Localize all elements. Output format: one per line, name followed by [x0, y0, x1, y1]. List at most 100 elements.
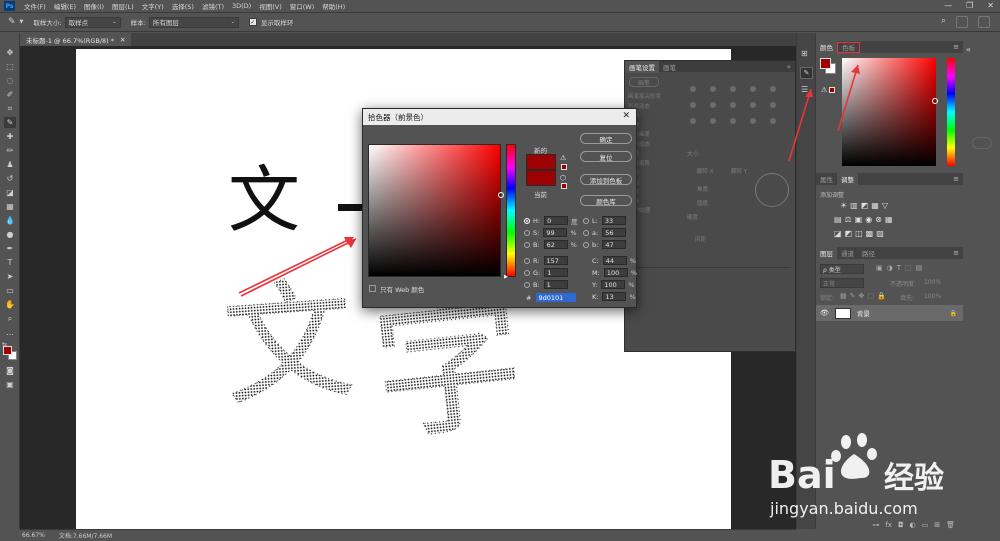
- radio-r[interactable]: [524, 257, 530, 264]
- menu-filter[interactable]: 滤镜(T): [202, 1, 224, 11]
- lock-icons[interactable]: ▦✎✥⬚🔒: [840, 292, 889, 300]
- sample-select[interactable]: 所有图层 ⌄: [148, 16, 239, 28]
- blend-mode-select[interactable]: 正常: [820, 278, 864, 288]
- tab-layers[interactable]: 图层: [816, 247, 837, 259]
- current-color-swatch[interactable]: [526, 170, 556, 186]
- eraser-tool-icon[interactable]: ◪: [4, 187, 16, 198]
- cloud-icon[interactable]: [972, 137, 992, 149]
- input-b[interactable]: 62: [543, 240, 568, 249]
- layer-filter-icons[interactable]: ▣◑T⬚▤: [876, 264, 926, 272]
- input-c[interactable]: 44: [602, 256, 627, 265]
- radio-h[interactable]: [524, 217, 530, 224]
- history-panel-icon[interactable]: ⊞: [801, 49, 808, 58]
- maximize-icon[interactable]: ❐: [966, 1, 973, 10]
- radio-a[interactable]: [583, 229, 589, 236]
- input-blue[interactable]: 1: [543, 280, 568, 289]
- gamut-warning-icon[interactable]: ⚠: [821, 86, 827, 94]
- input-g[interactable]: 1: [544, 268, 569, 277]
- add-to-swatches-button[interactable]: 添加到色板: [580, 174, 632, 185]
- gradient-tool-icon[interactable]: ▦: [4, 201, 16, 212]
- hex-input[interactable]: 9d0101: [536, 293, 577, 302]
- menu-edit[interactable]: 编辑(E): [54, 1, 76, 11]
- flip-y-label[interactable]: 翻转 Y: [731, 167, 747, 175]
- hue-slider[interactable]: ▶: [504, 144, 516, 280]
- close-icon[interactable]: ✕: [987, 1, 994, 10]
- input-y[interactable]: 100: [601, 280, 626, 289]
- panel-menu-icon[interactable]: ≡: [953, 175, 959, 183]
- tab-adjustments[interactable]: 调整: [837, 173, 858, 185]
- quick-mask-icon[interactable]: ◙: [4, 365, 16, 376]
- search-icon[interactable]: ⌕: [941, 16, 946, 28]
- type-tool-icon[interactable]: T: [4, 257, 16, 268]
- color-libraries-button[interactable]: 颜色库: [580, 195, 632, 206]
- layer-name[interactable]: 背景: [857, 308, 870, 318]
- more-tools-icon[interactable]: …: [4, 327, 16, 338]
- menu-layer[interactable]: 图层(L): [112, 1, 134, 11]
- menu-window[interactable]: 窗口(W): [290, 1, 315, 11]
- eye-icon[interactable]: 👁: [820, 309, 829, 317]
- tab-brush-settings[interactable]: 画笔设置: [625, 60, 659, 73]
- web-safe-swatch[interactable]: [561, 183, 567, 189]
- menu-view[interactable]: 视图(V): [259, 1, 282, 11]
- workspace-icon[interactable]: [956, 16, 968, 28]
- adjustment-icons-row-3[interactable]: ◪◩◫▩▨: [834, 229, 887, 238]
- history-brush-icon[interactable]: ↺: [4, 173, 16, 184]
- tab-paths[interactable]: 路径: [858, 247, 879, 259]
- marquee-tool-icon[interactable]: ⬚: [4, 61, 16, 72]
- mini-panel-collapse-icon[interactable]: «: [966, 45, 971, 54]
- chevron-down-icon[interactable]: ▼: [20, 19, 24, 25]
- input-h[interactable]: 0: [544, 216, 569, 225]
- layer-kind-filter[interactable]: ρ 类型: [820, 264, 864, 274]
- tab-swatches[interactable]: 色板: [837, 41, 860, 53]
- flip-x-label[interactable]: 翻转 X: [697, 167, 714, 175]
- path-select-icon[interactable]: ➤: [4, 271, 16, 282]
- brush-tool-icon[interactable]: ✏: [4, 145, 16, 156]
- close-icon[interactable]: ✕: [622, 111, 630, 121]
- input-m[interactable]: 100: [603, 268, 628, 277]
- eyedropper-icon[interactable]: ✎: [8, 17, 16, 27]
- tab-color[interactable]: 颜色: [816, 41, 837, 53]
- radio-b[interactable]: [524, 241, 530, 248]
- panel-menu-icon[interactable]: ≡: [953, 43, 959, 51]
- input-s[interactable]: 99: [543, 228, 568, 237]
- panel-menu-icon[interactable]: ≡: [953, 249, 959, 257]
- close-tab-icon[interactable]: ✕: [120, 36, 125, 44]
- radio-l[interactable]: [583, 217, 589, 224]
- crop-tool-icon[interactable]: ⌗: [4, 103, 16, 114]
- color-panel-hue-slider[interactable]: [947, 58, 955, 166]
- reset-button[interactable]: 复位: [580, 151, 632, 162]
- tab-channels[interactable]: 通道: [837, 247, 858, 259]
- input-r[interactable]: 157: [543, 256, 568, 265]
- radio-lab-b[interactable]: [583, 241, 589, 248]
- input-lab-b[interactable]: 47: [602, 240, 627, 249]
- menu-select[interactable]: 选择(S): [172, 1, 194, 11]
- minimize-icon[interactable]: —: [944, 1, 952, 10]
- sample-size-select[interactable]: 取样点 ⌄: [64, 16, 121, 28]
- share-icon[interactable]: [978, 16, 990, 28]
- menu-type[interactable]: 文字(Y): [142, 1, 164, 11]
- radio-g[interactable]: [524, 269, 530, 276]
- screen-mode-icon[interactable]: ▣: [4, 379, 16, 390]
- eyedropper-tool-icon[interactable]: ✎: [4, 117, 16, 128]
- web-only-checkbox[interactable]: [369, 285, 376, 292]
- gamut-swatch[interactable]: [561, 164, 567, 170]
- input-k[interactable]: 13: [602, 292, 627, 301]
- radio-s[interactable]: [524, 229, 530, 236]
- move-tool-icon[interactable]: ✥: [4, 47, 16, 58]
- collapse-icon[interactable]: »: [787, 63, 791, 71]
- tab-brushes[interactable]: 画笔: [659, 61, 680, 73]
- zoom-level[interactable]: 66.67%: [22, 532, 45, 539]
- layer-row-background[interactable]: 👁 背景 🔒: [816, 305, 963, 321]
- dodge-tool-icon[interactable]: ●: [4, 229, 16, 240]
- web-safe-icon[interactable]: ⬡: [560, 174, 566, 182]
- blur-tool-icon[interactable]: 💧: [4, 215, 16, 226]
- gamut-warning-icon[interactable]: ⚠: [560, 154, 566, 162]
- color-panel-fg-swatch[interactable]: [820, 58, 831, 69]
- show-ring-checkbox[interactable]: ✓: [248, 18, 257, 26]
- ok-button[interactable]: 确定: [580, 133, 632, 144]
- angle-roundness-widget[interactable]: [755, 173, 789, 207]
- saturation-brightness-field[interactable]: [368, 144, 504, 277]
- radio-blue[interactable]: [524, 281, 530, 288]
- menu-3d[interactable]: 3D(D): [232, 2, 251, 10]
- pen-tool-icon[interactable]: ✒: [4, 243, 16, 254]
